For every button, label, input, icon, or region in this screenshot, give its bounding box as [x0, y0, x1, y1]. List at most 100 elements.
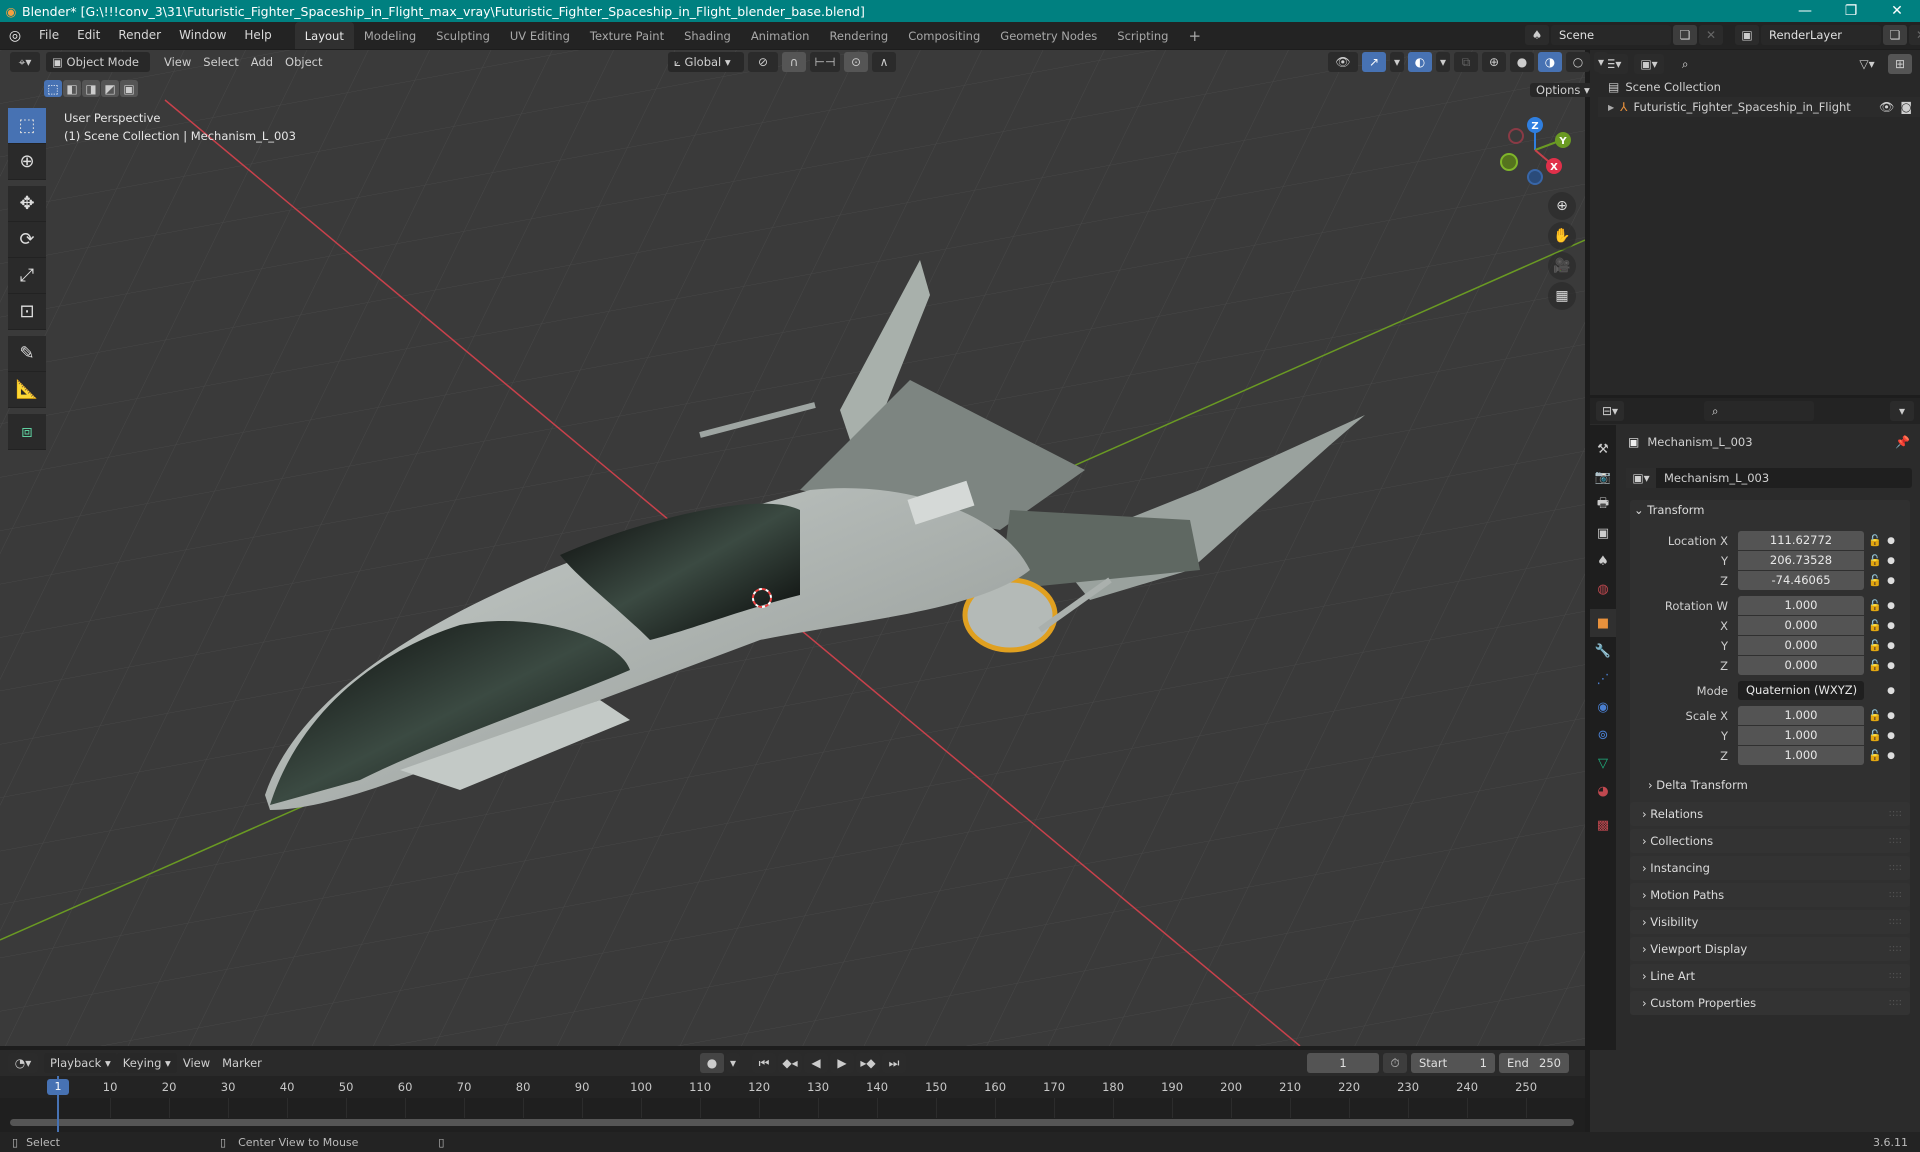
tab-geometry-nodes[interactable]: Geometry Nodes: [990, 22, 1107, 49]
lock-icon[interactable]: 🔓: [1864, 599, 1886, 612]
object-tab-icon[interactable]: ■: [1590, 609, 1616, 637]
visibility-selectability-icon[interactable]: 👁: [1328, 52, 1358, 72]
gizmo-toggle-icon[interactable]: ↗: [1362, 52, 1386, 72]
toggle-ortho-icon[interactable]: ▦: [1548, 282, 1576, 310]
keyframe-dot-icon[interactable]: ●: [1886, 661, 1896, 671]
transform-panel-header[interactable]: ⌄ Transform: [1634, 503, 1705, 517]
current-frame-field[interactable]: 1: [1307, 1053, 1379, 1073]
menu-view[interactable]: View: [158, 52, 197, 72]
scale-x-field[interactable]: 1.000: [1738, 706, 1864, 725]
tab-layout[interactable]: Layout: [294, 22, 354, 49]
new-collection-icon[interactable]: ⊞: [1888, 54, 1912, 74]
location-x-field[interactable]: 111.62772: [1738, 531, 1864, 550]
select-subtract-icon[interactable]: ◨: [82, 80, 100, 97]
keyframe-dot-icon[interactable]: ●: [1886, 576, 1896, 586]
falloff-icon[interactable]: ∧: [872, 52, 896, 72]
select-new-icon[interactable]: ⬚: [44, 80, 62, 97]
world-tab-icon[interactable]: ◍: [1590, 575, 1616, 603]
measure-tool-icon[interactable]: 📐: [8, 372, 46, 408]
auto-keying-icon[interactable]: ●: [700, 1053, 724, 1073]
next-keyframe-icon[interactable]: ▸◆: [856, 1053, 880, 1073]
shading-dropdown-icon[interactable]: ▾: [1594, 52, 1608, 72]
gizmo-dropdown-icon[interactable]: ▾: [1390, 52, 1404, 72]
select-box-tool-icon[interactable]: ⬚: [8, 108, 46, 144]
texture-tab-icon[interactable]: ▩: [1590, 811, 1616, 839]
blender-menu-icon[interactable]: ◎: [0, 28, 30, 44]
start-frame-field[interactable]: Start 1: [1411, 1053, 1495, 1073]
camera-view-icon[interactable]: 🎥: [1548, 252, 1576, 280]
panel-visibility[interactable]: › Visibility::::: [1630, 910, 1910, 934]
view-layer-tab-icon[interactable]: ▣: [1590, 519, 1616, 547]
object-browse-icon[interactable]: ▣▾: [1626, 468, 1656, 488]
lock-icon[interactable]: 🔓: [1864, 554, 1886, 567]
keyframe-dot-icon[interactable]: ●: [1886, 601, 1896, 611]
pivot-point-icon[interactable]: ⊘: [748, 52, 778, 72]
options-dropdown[interactable]: Options ▾: [1530, 83, 1596, 97]
transform-tool-icon[interactable]: ⊡: [8, 294, 46, 330]
material-preview-shading-icon[interactable]: ◑: [1538, 52, 1562, 72]
editor-type-icon[interactable]: ⌖▾: [10, 52, 40, 72]
tab-sculpting[interactable]: Sculpting: [426, 22, 500, 49]
view-layer-field[interactable]: RenderLayer: [1761, 25, 1881, 45]
keyframe-dot-icon[interactable]: ●: [1886, 641, 1896, 651]
tab-animation[interactable]: Animation: [741, 22, 820, 49]
auto-keying-dropdown-icon[interactable]: ▾: [726, 1053, 740, 1073]
rotation-z-field[interactable]: 0.000: [1738, 656, 1864, 675]
menu-select[interactable]: Select: [197, 52, 244, 72]
expand-arrow-icon[interactable]: ▶: [1608, 103, 1614, 112]
constraints-tab-icon[interactable]: ⊚: [1590, 721, 1616, 749]
play-icon[interactable]: ▶: [830, 1053, 854, 1073]
output-tab-icon[interactable]: 🖶: [1590, 491, 1616, 519]
frame-ruler[interactable]: 10 20 30 40 50 60 70 80 90 100 110 120 130 140 150 160 1…: [0, 1076, 1585, 1098]
scene-tab-icon[interactable]: ♠: [1590, 547, 1616, 575]
select-intersect-icon[interactable]: ▣: [120, 80, 138, 97]
pan-view-icon[interactable]: ✋: [1548, 222, 1576, 250]
menu-help[interactable]: Help: [235, 22, 280, 49]
lock-icon[interactable]: 🔓: [1864, 709, 1886, 722]
modifier-tab-icon[interactable]: 🔧: [1590, 637, 1616, 665]
tab-compositing[interactable]: Compositing: [898, 22, 990, 49]
menu-object[interactable]: Object: [279, 52, 328, 72]
end-frame-field[interactable]: End 250: [1499, 1053, 1569, 1073]
rotation-mode-dropdown[interactable]: Quaternion (WXYZ) ▾: [1738, 681, 1864, 716]
outliner-item[interactable]: ▶ ⅄ Futuristic_Fighter_Spaceship_in_Flig…: [1598, 97, 1920, 117]
annotate-tool-icon[interactable]: ✎: [8, 336, 46, 372]
xray-toggle-icon[interactable]: ⧉: [1454, 52, 1478, 72]
mesh-data-tab-icon[interactable]: ▽: [1590, 749, 1616, 777]
overlay-dropdown-icon[interactable]: ▾: [1436, 52, 1450, 72]
maximize-button[interactable]: ❐: [1828, 0, 1874, 22]
render-camera-icon[interactable]: ◙: [1900, 100, 1912, 114]
rotation-x-field[interactable]: 0.000: [1738, 616, 1864, 635]
jump-start-icon[interactable]: ⏮: [752, 1053, 776, 1073]
scale-y-field[interactable]: 1.000: [1738, 726, 1864, 745]
keyframe-dot-icon[interactable]: ●: [1886, 731, 1896, 741]
panel-relations[interactable]: › Relations::::: [1630, 802, 1910, 826]
keyframe-dot-icon[interactable]: ●: [1886, 711, 1896, 721]
tab-scripting[interactable]: Scripting: [1107, 22, 1178, 49]
keyframe-dot-icon[interactable]: ●: [1886, 751, 1896, 761]
preview-range-icon[interactable]: ⏱: [1383, 1053, 1407, 1073]
wireframe-shading-icon[interactable]: ⊕: [1482, 52, 1506, 72]
prev-keyframe-icon[interactable]: ◆◂: [778, 1053, 802, 1073]
particles-tab-icon[interactable]: ⋰: [1590, 665, 1616, 693]
delete-scene-icon[interactable]: ✕: [1699, 25, 1723, 45]
rotation-y-field[interactable]: 0.000: [1738, 636, 1864, 655]
new-view-layer-icon[interactable]: ❏: [1883, 25, 1907, 45]
panel-instancing[interactable]: › Instancing::::: [1630, 856, 1910, 880]
timeline-marker-menu[interactable]: Marker: [216, 1053, 268, 1073]
keyframe-dot-icon[interactable]: ●: [1886, 621, 1896, 631]
view-layer-icon[interactable]: ▣: [1735, 25, 1759, 45]
lock-icon[interactable]: 🔓: [1864, 659, 1886, 672]
select-extend-icon[interactable]: ◧: [63, 80, 81, 97]
lock-icon[interactable]: 🔓: [1864, 534, 1886, 547]
snap-target-icon[interactable]: ⊢⊣: [810, 52, 840, 72]
keyframe-dot-icon[interactable]: ●: [1886, 556, 1896, 566]
play-reverse-icon[interactable]: ◀: [804, 1053, 828, 1073]
timeline-area[interactable]: 10 20 30 40 50 60 70 80 90 100 110 120 130 140 150 160 1…: [0, 1076, 1585, 1132]
outliner-filter-icon[interactable]: ▽▾: [1852, 54, 1882, 74]
new-scene-icon[interactable]: ❏: [1673, 25, 1697, 45]
add-workspace-button[interactable]: +: [1178, 22, 1211, 49]
scene-field[interactable]: Scene: [1551, 25, 1671, 45]
lock-icon[interactable]: 🔓: [1864, 729, 1886, 742]
panel-motion-paths[interactable]: › Motion Paths::::: [1630, 883, 1910, 907]
